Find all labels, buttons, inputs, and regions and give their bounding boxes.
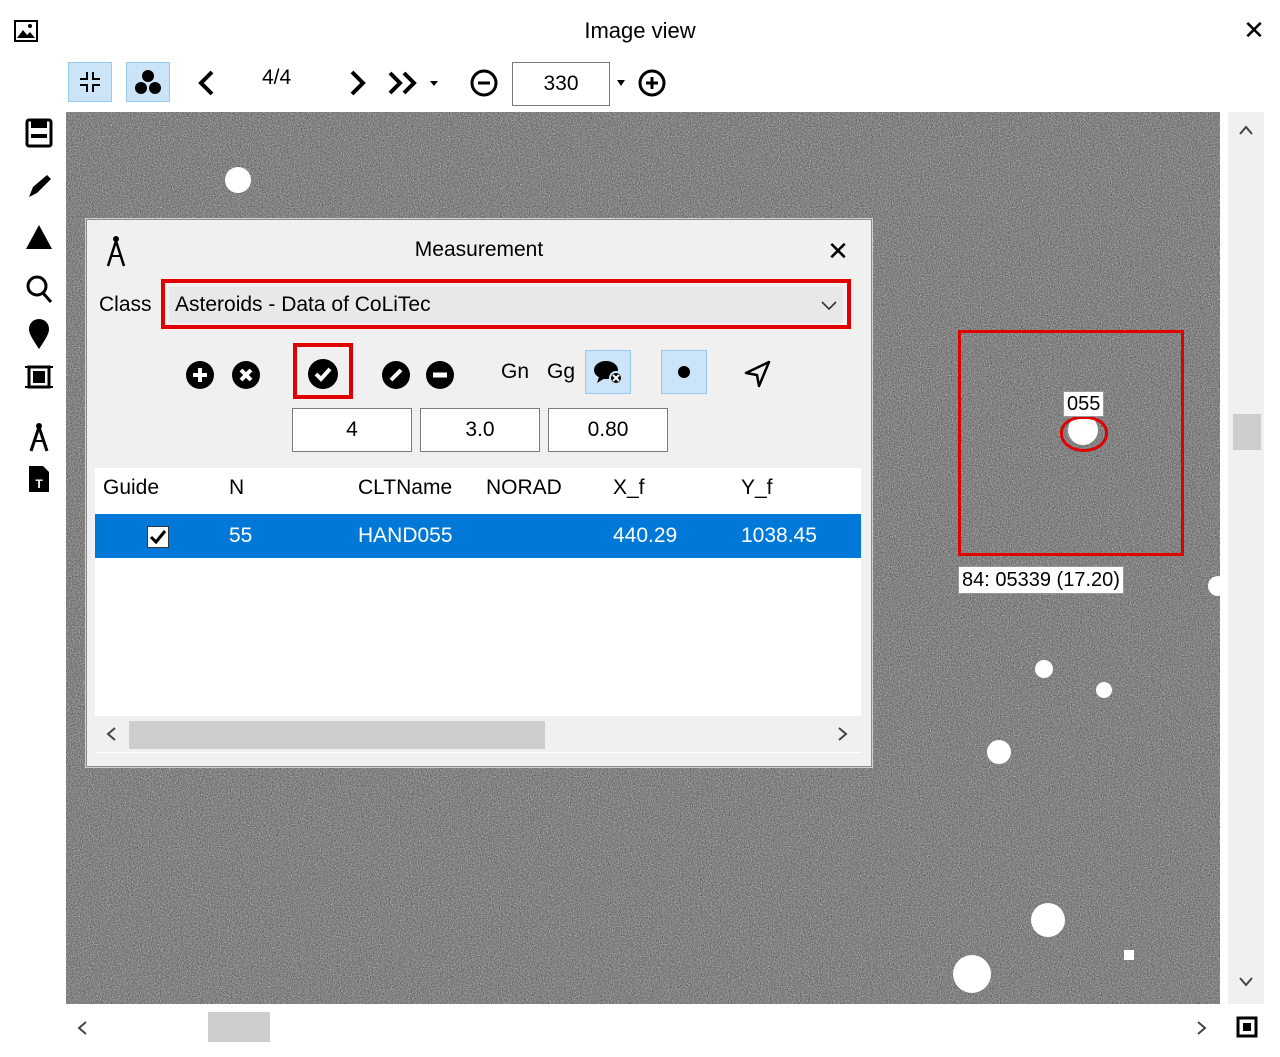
minus-button[interactable]: [423, 358, 457, 392]
scroll-right-icon[interactable]: [1194, 1018, 1210, 1038]
cluster-icon: [135, 70, 161, 94]
class-label: Class: [99, 293, 152, 316]
window-title: Image view: [584, 18, 696, 43]
cluster-button[interactable]: [126, 62, 170, 102]
target-ring: [1060, 416, 1108, 452]
zoom-in-button[interactable]: [634, 64, 670, 102]
svg-text:T: T: [35, 477, 43, 491]
ratio-field[interactable]: 0.80: [548, 408, 668, 452]
dot-toggle[interactable]: [661, 350, 707, 394]
frame-tool[interactable]: [22, 360, 56, 394]
fast-forward-icon: [388, 71, 438, 95]
cell-xf: 440.29: [613, 524, 678, 547]
frame-icon: [25, 365, 53, 389]
scroll-up-icon[interactable]: [1236, 122, 1256, 138]
scroll-down-icon[interactable]: [1236, 974, 1256, 990]
prev-icon: [198, 70, 214, 96]
zoom-in-icon: [638, 69, 666, 97]
pin-icon: [29, 319, 49, 349]
aperture-field[interactable]: 4: [292, 408, 412, 452]
title-bar: Image view ✕: [0, 0, 1280, 62]
add-button[interactable]: [183, 358, 217, 392]
fast-forward-button[interactable]: [384, 64, 444, 102]
zoom-out-icon: [470, 69, 498, 97]
edit-button[interactable]: [379, 358, 413, 392]
gn-label[interactable]: Gn: [501, 360, 529, 384]
measurement-dialog: Measurement ✕ Class Asteroids - Data of …: [86, 219, 872, 767]
scroll-left-icon[interactable]: [74, 1018, 90, 1038]
column-header-yf[interactable]: Y_f: [741, 476, 773, 500]
accept-icon: [308, 359, 338, 389]
column-header-norad[interactable]: NORAD: [486, 476, 562, 500]
frame-counter: 4/4: [262, 66, 292, 89]
table-scroll-right-icon[interactable]: [835, 724, 851, 744]
resize-grip-icon[interactable]: [1236, 1016, 1258, 1038]
dialog-close-button[interactable]: ✕: [823, 234, 853, 268]
text-file-icon: T: [29, 466, 49, 492]
column-header-cltname[interactable]: CLTName: [358, 476, 452, 500]
previous-frame-button[interactable]: [190, 64, 224, 102]
gg-label[interactable]: Gg: [547, 360, 575, 384]
column-header-guide[interactable]: Guide: [103, 476, 159, 500]
pencil-icon: [29, 175, 51, 197]
chevron-down-icon: [617, 80, 625, 86]
save-icon: [25, 118, 53, 148]
save-tool[interactable]: [22, 116, 56, 150]
zoom-input[interactable]: 330: [512, 62, 610, 106]
close-window-button[interactable]: ✕: [1240, 14, 1268, 46]
measure-tool[interactable]: [22, 420, 56, 454]
triangle-icon: [26, 225, 52, 249]
class-select[interactable]: Asteroids - Data of CoLiTec: [169, 287, 843, 323]
search-icon: [26, 275, 53, 303]
table-scroll-thumb[interactable]: [129, 721, 545, 749]
column-header-xf[interactable]: X_f: [613, 476, 645, 500]
cell-yf: 1038.45: [741, 524, 817, 547]
pin-tool[interactable]: [22, 318, 56, 352]
triangle-tool[interactable]: [22, 220, 56, 254]
cell-cltname: HAND055: [358, 524, 453, 547]
remove-button[interactable]: [229, 358, 263, 392]
target-label: 055: [1063, 391, 1105, 417]
collapse-icon: [78, 70, 102, 94]
chevron-down-icon[interactable]: [819, 288, 839, 322]
draw-tool[interactable]: [22, 170, 56, 204]
compass-icon: [29, 423, 49, 452]
dialog-title: Measurement: [414, 238, 544, 261]
table-row[interactable]: 55 HAND055 440.29 1038.45: [95, 514, 861, 558]
vertical-scroll-thumb[interactable]: [1233, 414, 1261, 450]
table-scroll-left-icon[interactable]: [103, 724, 119, 744]
dot-icon: [678, 366, 690, 378]
guide-checkbox[interactable]: [147, 526, 169, 548]
add-icon: [186, 361, 214, 389]
next-frame-button[interactable]: [340, 64, 374, 102]
comment-toggle[interactable]: [585, 350, 631, 394]
accept-button[interactable]: [305, 356, 341, 392]
zoom-dropdown[interactable]: [612, 64, 630, 102]
target-caption: 84: 05339 (17.20): [958, 566, 1124, 594]
comment-off-icon: [594, 361, 623, 385]
cell-n: 55: [229, 524, 253, 547]
remove-icon: [232, 361, 260, 389]
horizontal-scroll-thumb[interactable]: [208, 1012, 270, 1042]
column-header-n[interactable]: N: [229, 476, 244, 500]
navigate-icon: [744, 360, 771, 388]
checkmark-icon: [149, 530, 167, 545]
edit-icon: [382, 361, 410, 389]
measurement-table[interactable]: Guide N CLTName NORAD X_f Y_f 55 HAND055…: [95, 468, 861, 753]
zoom-out-button[interactable]: [466, 64, 502, 102]
text-file-tool[interactable]: T: [22, 462, 56, 496]
vertical-scrollbar[interactable]: [1228, 112, 1264, 1004]
next-icon: [350, 70, 366, 96]
collapse-button[interactable]: [68, 62, 112, 102]
navigate-button[interactable]: [739, 356, 775, 392]
threshold-field[interactable]: 3.0: [420, 408, 540, 452]
search-tool[interactable]: [22, 272, 56, 306]
minus-icon: [426, 361, 454, 389]
